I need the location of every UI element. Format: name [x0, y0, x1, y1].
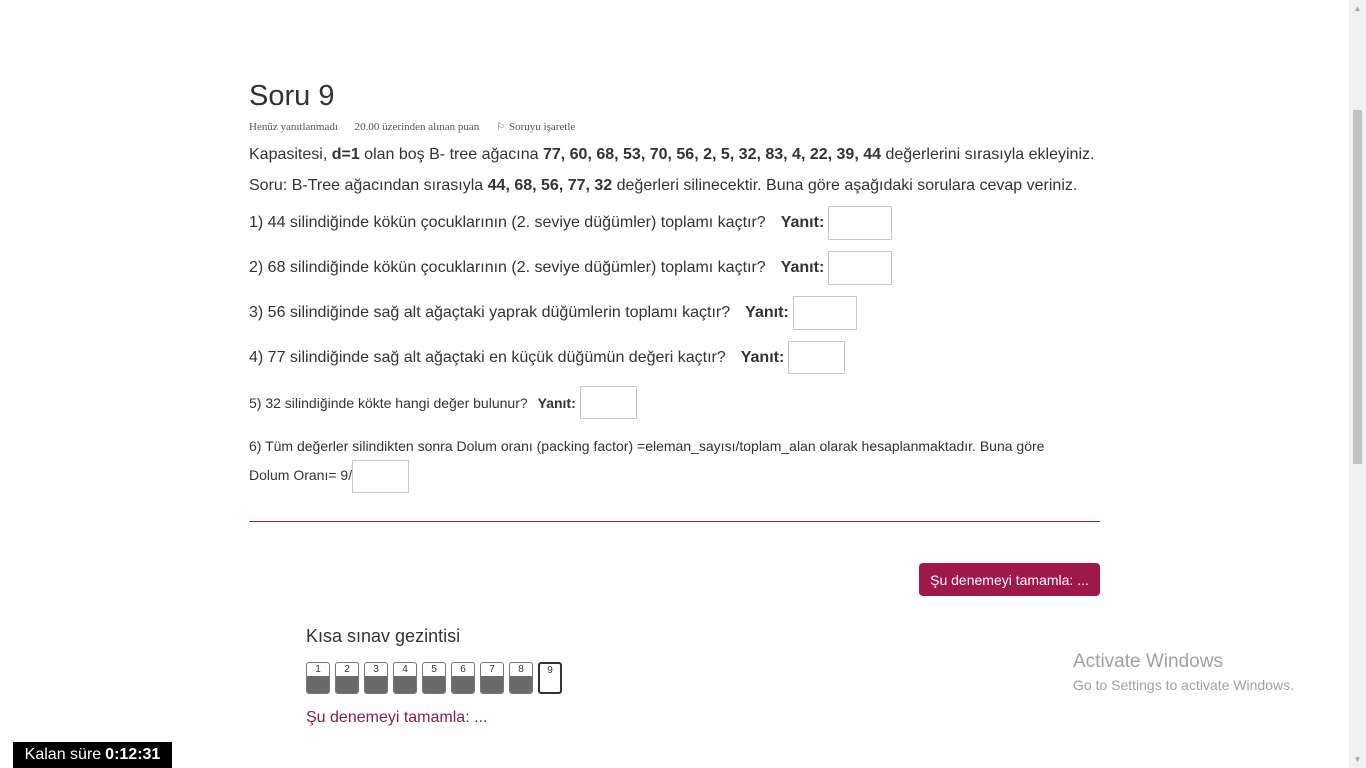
subquestion-5: 5) 32 silindiğinde kökte hangi değer bul… [249, 386, 637, 419]
answer-input-4[interactable] [788, 341, 846, 374]
subquestion-3: 3) 56 silindiğinde sağ alt ağaçtaki yapr… [249, 296, 857, 330]
subquestion-6-text: 6) Tüm değerler silindikten sonra Dolum … [249, 438, 1045, 454]
finish-attempt-link[interactable]: Şu denemeyi tamamla: ... [306, 709, 487, 727]
subquestion-1: 1) 44 silindiğinde kökün çocuklarının (2… [249, 206, 893, 240]
nav-question-3[interactable]: 3 [364, 662, 388, 694]
nav-question-7[interactable]: 7 [480, 662, 504, 694]
answer-input-5[interactable] [579, 386, 637, 419]
divider [249, 521, 1100, 522]
question-title: Soru 9 [249, 80, 335, 112]
windows-activation-watermark: Activate Windows Go to Settings to activ… [1073, 651, 1294, 693]
timer-label: Kalan süre [24, 746, 102, 763]
nav-question-9[interactable]: 9 [538, 662, 562, 694]
answer-input-6[interactable] [352, 460, 410, 493]
timer-value: 0:12:31 [105, 746, 161, 763]
flag-question-link[interactable]: ⚐ Soruyu işaretle [496, 121, 589, 133]
scrollbar-thumb[interactable] [1353, 110, 1362, 464]
flag-label: Soruyu işaretle [509, 121, 576, 133]
question-status: Henüz yanıtlanmadı [249, 121, 338, 133]
answer-input-1[interactable] [828, 206, 893, 240]
answer-input-2[interactable] [828, 251, 893, 285]
subquestion-6-prefix: Dolum Oranı= 9/ [249, 467, 353, 484]
quiz-navigation-buttons: 1 2 3 4 5 6 7 8 9 [306, 662, 567, 694]
subquestion-2: 2) 68 silindiğinde kökün çocuklarının (2… [249, 251, 893, 285]
question-intro-1: Kapasitesi, d=1 olan boş B- tree ağacına… [249, 146, 1095, 163]
page-scrollbar[interactable]: ▲ ▼ [1349, 0, 1366, 768]
finish-attempt-button[interactable]: Şu denemeyi tamamla: ... [919, 563, 1100, 596]
question-info: Henüz yanıtlanmadı 20.00 üzerinden alına… [249, 121, 603, 133]
nav-question-1[interactable]: 1 [306, 662, 330, 694]
nav-question-2[interactable]: 2 [335, 662, 359, 694]
flag-icon: ⚐ [496, 122, 505, 133]
question-points: 20.00 üzerinden alınan puan [354, 121, 480, 133]
quiz-navigation-title: Kısa sınav gezintisi [306, 626, 461, 646]
answer-input-3[interactable] [792, 296, 857, 330]
subquestion-4: 4) 77 silindiğinde sağ alt ağaçtaki en k… [249, 341, 846, 374]
scroll-down-icon[interactable]: ▼ [1349, 751, 1366, 768]
nav-question-6[interactable]: 6 [451, 662, 475, 694]
nav-question-4[interactable]: 4 [393, 662, 417, 694]
time-remaining: Kalan süre 0:12:31 [13, 742, 172, 768]
subquestion-6: 6) Tüm değerler silindikten sonra Dolum … [249, 433, 1100, 493]
nav-question-8[interactable]: 8 [509, 662, 533, 694]
scroll-up-icon[interactable]: ▲ [1349, 0, 1366, 17]
nav-question-5[interactable]: 5 [422, 662, 446, 694]
question-intro-2: Soru: B-Tree ağacından sırasıyla 44, 68,… [249, 177, 1078, 194]
